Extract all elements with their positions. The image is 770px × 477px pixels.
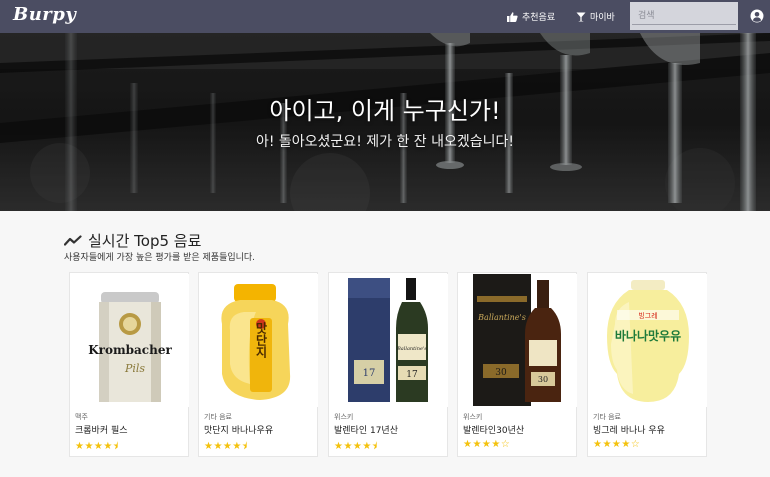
trending-up-icon [64, 235, 82, 246]
krombacher-logo-text: Krombacher [88, 343, 172, 357]
product-name: 맛단지 바나나우유 [204, 426, 274, 436]
product-rating-stars: ★★★★☆ [593, 439, 641, 450]
product-image: Krombacher Pils [71, 274, 189, 407]
product-image: Ballantine's 30 30 [459, 274, 577, 407]
product-image: 빙그레 바나나맛우유 [589, 274, 707, 407]
brand-logo[interactable]: Burpy [13, 4, 76, 25]
search-underline [632, 24, 736, 25]
product-name: 크롬바커 필스 [75, 426, 128, 436]
top-navbar: Burpy 추천음료 마이바 [0, 0, 770, 33]
binggrae-banana-milk-image: 빙그레 바나나맛우유 [589, 274, 707, 407]
product-card[interactable]: 17 Ballantine's 17 위스키 발렌타인 17년산 ★★★★⯨ [328, 272, 448, 457]
section-subtitle: 사용자들에게 가장 높은 평가를 받은 제품들입니다. [64, 253, 256, 263]
ballantines17-bottle-label: Ballantine's [396, 346, 427, 352]
ballantines-30-image: Ballantine's 30 30 [459, 274, 577, 407]
product-card[interactable]: 빙그레 바나나맛우유 기타 음료 빙그레 바나나 우유 ★★★★☆ [587, 272, 707, 457]
product-image: 17 Ballantine's 17 [330, 274, 448, 407]
hero-title: 아이고, 이게 누구신가! [269, 97, 501, 125]
product-category: 기타 음료 [593, 413, 621, 421]
ballantines30-box-label: Ballantine's [477, 313, 526, 322]
account-circle-icon[interactable] [750, 9, 764, 23]
binggrae-label-text: 바나나맛우유 [615, 328, 681, 343]
binggrae-brand-text: 빙그레 [638, 311, 657, 320]
thumbs-up-icon [507, 11, 518, 22]
beer-can-image: Krombacher Pils [71, 274, 189, 407]
nav-recommend-link[interactable]: 추천음료 [507, 0, 555, 33]
banana-milk-jar-image: 맛단지 [200, 274, 318, 407]
product-card[interactable]: 맛단지 기타 음료 맛단지 바나나우유 ★★★★⯨ [198, 272, 318, 457]
product-card[interactable]: Krombacher Pils 맥주 크롬바커 필스 ★★★★⯨ [69, 272, 189, 457]
product-image: 맛단지 [200, 274, 318, 407]
product-category: 위스키 [334, 413, 354, 421]
product-name: 발렌타인30년산 [463, 426, 525, 436]
section-title: 실시간 Top5 음료 [64, 230, 201, 251]
product-rating-stars: ★★★★⯨ [75, 441, 119, 452]
product-rating-stars: ★★★★⯨ [334, 441, 378, 452]
product-category: 위스키 [463, 413, 483, 421]
ballantines17-bottle-age: 17 [406, 370, 418, 380]
product-rating-stars: ★★★★☆ [463, 439, 511, 450]
section-title-text: 실시간 Top5 음료 [88, 232, 202, 250]
ballantines-17-image: 17 Ballantine's 17 [330, 274, 448, 407]
hero-banner: 아이고, 이게 누구신가! 아! 돌아오셨군요! 제가 한 잔 내오겠습니다! [0, 33, 770, 211]
ballantines30-bottle-age: 30 [538, 375, 548, 384]
product-category: 맥주 [75, 413, 88, 421]
krombacher-sub-text: Pils [124, 362, 145, 375]
nav-my-bar-link[interactable]: 마이바 [576, 0, 615, 33]
nav-my-bar-label: 마이바 [590, 13, 615, 23]
product-name: 발렌타인 17년산 [334, 426, 398, 436]
cocktail-glass-icon [576, 12, 586, 21]
ballantines30-box-age: 30 [495, 368, 507, 378]
ballantines17-box-age: 17 [363, 368, 376, 379]
product-card[interactable]: Ballantine's 30 30 위스키 발렌타인30년산 ★★★★☆ [457, 272, 577, 457]
product-name: 빙그레 바나나 우유 [593, 426, 665, 436]
nav-recommend-label: 추천음료 [522, 13, 556, 23]
search-input[interactable] [630, 2, 738, 30]
product-category: 기타 음료 [204, 413, 232, 421]
product-rating-stars: ★★★★⯨ [204, 441, 248, 452]
hero-subtitle: 아! 돌아오셨군요! 제가 한 잔 내오겠습니다! [255, 134, 515, 150]
matdanji-label-text: 맛단지 [254, 322, 268, 359]
